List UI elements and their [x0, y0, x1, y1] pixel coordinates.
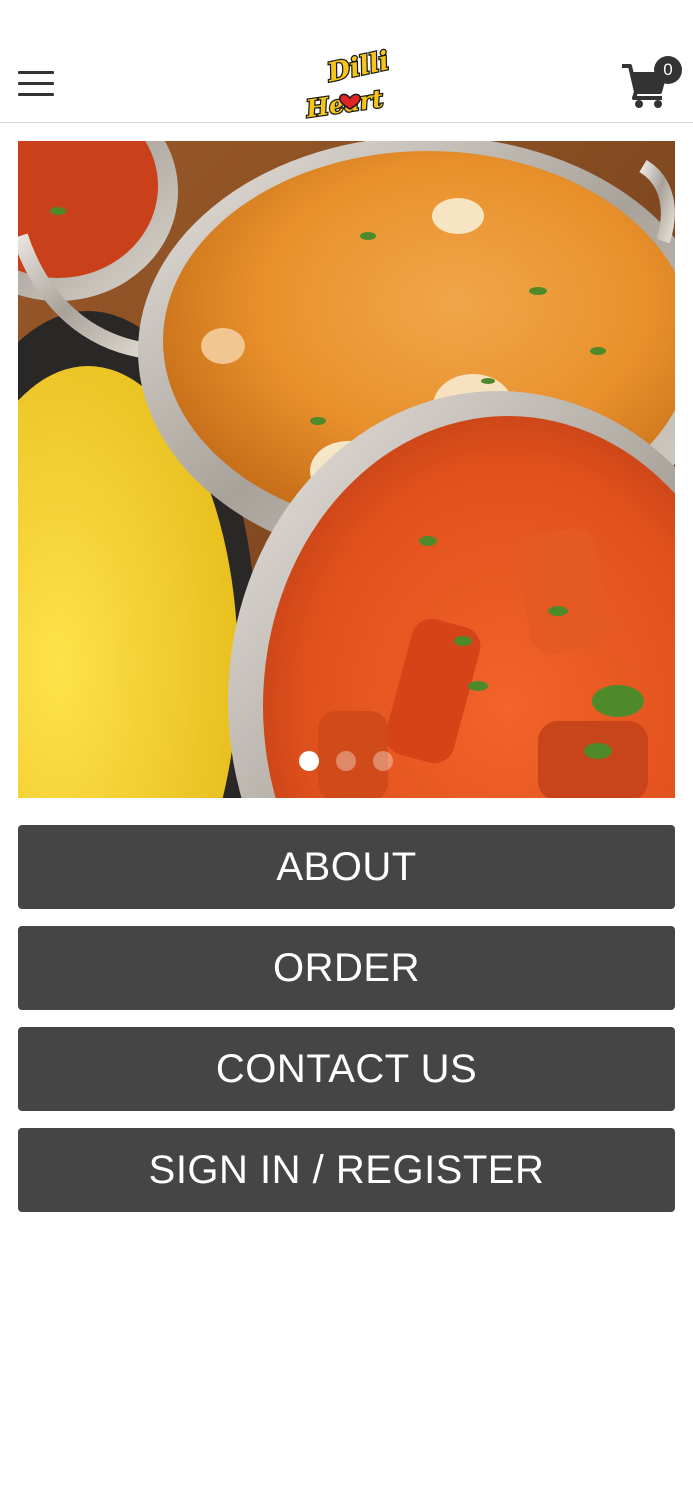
sign-in-register-button[interactable]: SIGN IN / REGISTER [18, 1128, 675, 1212]
hero-food-image [18, 141, 675, 798]
app-header: Dilli Heart 0 [0, 0, 693, 125]
logo-text-dilli: Dilli [324, 46, 392, 88]
carousel-dot-1[interactable] [299, 751, 319, 771]
hero-carousel[interactable] [18, 141, 675, 798]
home-page: Dilli Heart 0 [0, 0, 693, 1500]
carousel-dot-3[interactable] [373, 751, 393, 771]
logo-graphic: Dilli Heart [302, 45, 393, 125]
cart-button[interactable]: 0 [616, 54, 686, 110]
contact-us-button[interactable]: CONTACT US [18, 1027, 675, 1111]
dilli-heart-logo[interactable]: Dilli Heart [300, 42, 394, 125]
cart-count-badge: 0 [654, 56, 682, 84]
order-button[interactable]: ORDER [18, 926, 675, 1010]
carousel-dot-2[interactable] [336, 751, 356, 771]
menu-button[interactable] [14, 64, 58, 104]
about-button[interactable]: ABOUT [18, 825, 675, 909]
carousel-indicators [0, 751, 693, 773]
